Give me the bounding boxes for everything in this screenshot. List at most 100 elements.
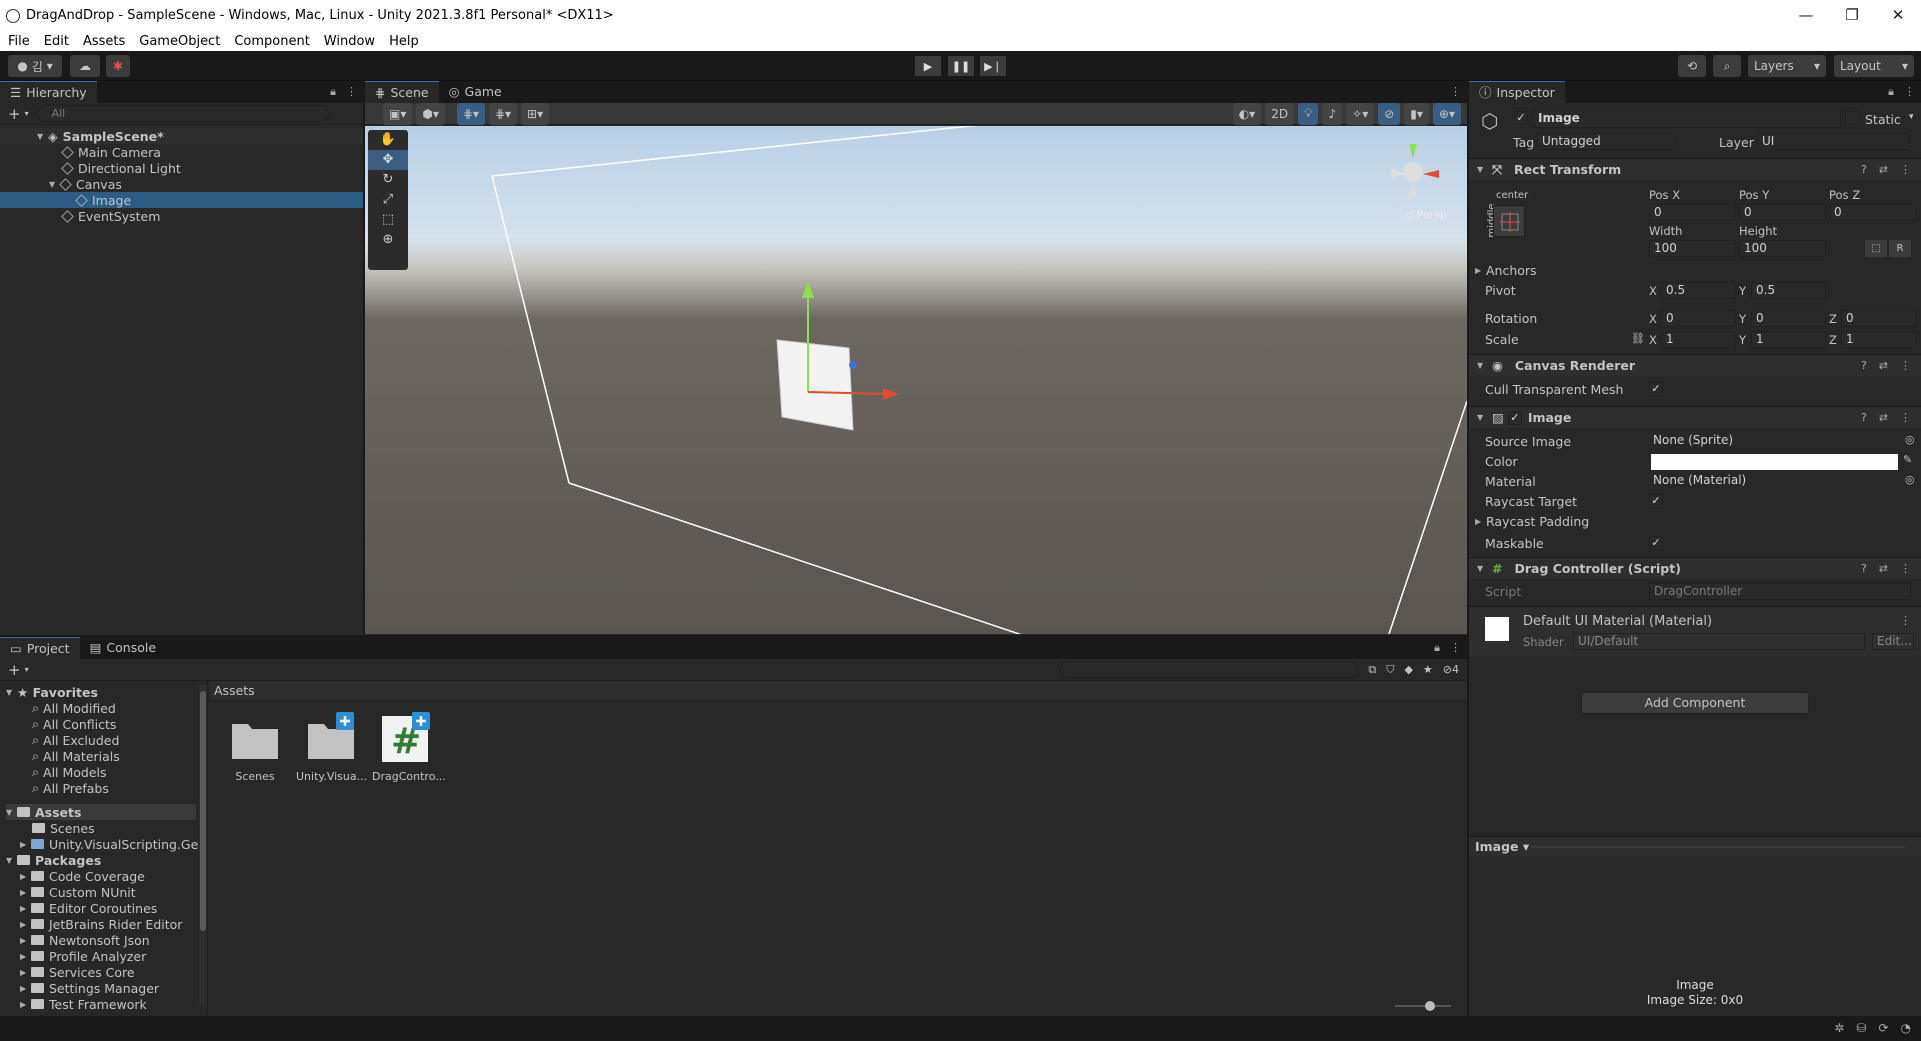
list-item[interactable]: EventSystem xyxy=(0,208,363,224)
mode-2d-button[interactable]: 2D xyxy=(1265,102,1295,125)
width-field[interactable]: 100 xyxy=(1649,240,1736,257)
grid-icon[interactable]: ⋕▾ xyxy=(456,102,485,125)
scale-tool-icon[interactable]: ⤢ xyxy=(368,190,408,210)
layout-dropdown[interactable]: Layout ▾ xyxy=(1834,55,1914,77)
help-icon[interactable]: ? xyxy=(1861,411,1867,424)
transform-tool-icon[interactable]: ⊕ xyxy=(368,230,408,250)
shading-icon[interactable]: ◐▾ xyxy=(1232,102,1262,125)
scene-row[interactable]: ▼ ◈ SampleScene* xyxy=(0,128,363,144)
lock-icon[interactable]: 🔒︎ xyxy=(1888,85,1894,99)
effects-icon[interactable]: ✧▾ xyxy=(1346,102,1375,125)
menu-gameobject[interactable]: GameObject xyxy=(139,34,220,49)
scale-z-field[interactable]: 1 xyxy=(1841,331,1916,348)
account-dropdown[interactable]: ● 김 ▾ xyxy=(8,55,62,77)
favorites-header[interactable]: ▼ ★ Favorites xyxy=(6,684,98,700)
blueprint-mode-icon[interactable]: ⬚ xyxy=(1865,240,1887,257)
preset-icon[interactable]: ⇄ xyxy=(1879,163,1888,176)
posz-field[interactable]: 0 xyxy=(1829,204,1916,221)
breadcrumb[interactable]: Assets xyxy=(210,681,1467,701)
posy-field[interactable]: 0 xyxy=(1739,204,1826,221)
cull-checkbox[interactable]: ✓ xyxy=(1649,382,1663,396)
static-dropdown[interactable]: ▾ xyxy=(1909,112,1914,122)
canvas-renderer-header[interactable]: ▼ ◉ Canvas Renderer? ⇄ ⋮ xyxy=(1469,354,1921,376)
rot-z-field[interactable]: 0 xyxy=(1841,310,1916,327)
rot-x-field[interactable]: 0 xyxy=(1661,310,1736,327)
list-item[interactable]: ⌕ All Excluded xyxy=(32,732,119,748)
list-item[interactable]: ▶ JetBrains Rider Editor xyxy=(20,916,182,932)
list-item[interactable]: Scenes xyxy=(32,820,95,836)
more-icon[interactable]: ⋮ xyxy=(1450,85,1461,98)
raycast-padding-row[interactable]: ▶ Raycast Padding xyxy=(1469,511,1921,531)
audio-icon[interactable]: ♪ xyxy=(1322,102,1343,125)
tab-project[interactable]: ▭ Project xyxy=(0,637,80,659)
more-icon[interactable]: ⋮ xyxy=(1900,411,1911,424)
star-icon[interactable]: ★ xyxy=(1423,663,1433,676)
material-swatch[interactable] xyxy=(1485,617,1509,641)
visibility-icon[interactable]: ⊘ xyxy=(1378,102,1401,125)
maskable-checkbox[interactable]: ✓ xyxy=(1649,536,1663,550)
assets-header[interactable]: ▼ Assets xyxy=(6,804,196,820)
cloud-icon[interactable]: ☁ xyxy=(70,55,100,77)
menu-edit[interactable]: Edit xyxy=(44,34,69,49)
tab-hierarchy[interactable]: ☰ Hierarchy xyxy=(0,81,97,103)
draw-mode-icon[interactable]: ▣▾ xyxy=(383,102,413,125)
camera-icon[interactable]: ▮▾ xyxy=(1404,102,1429,125)
raw-edit-button[interactable]: R xyxy=(1889,240,1911,257)
list-item-selected[interactable]: Image xyxy=(0,192,363,208)
source-image-field[interactable]: None (Sprite) xyxy=(1649,433,1911,450)
hierarchy-search-input[interactable]: All xyxy=(36,105,329,122)
list-item[interactable]: ▶ Custom NUnit xyxy=(20,884,136,900)
list-item[interactable]: ▶ Settings Manager xyxy=(20,980,159,996)
more-icon[interactable]: ⋮ xyxy=(1904,85,1915,99)
list-item[interactable]: ▶ Profile Analyzer xyxy=(20,948,146,964)
list-item[interactable]: ▶ Services Core xyxy=(20,964,135,980)
layer-dropdown[interactable]: UI xyxy=(1757,133,1909,150)
asset-tile-visualscripting[interactable]: Unity.Visua... xyxy=(296,712,367,783)
rect-transform-header[interactable]: ▼ ⤧ Rect Transform? ⇄ ⋮ xyxy=(1469,158,1921,180)
close-button[interactable]: ✕ xyxy=(1875,0,1921,31)
layers-dropdown[interactable]: Layers ▾ xyxy=(1748,55,1826,77)
add-icon[interactable]: + xyxy=(8,661,21,679)
rot-y-field[interactable]: 0 xyxy=(1751,310,1826,327)
auto-generate-icon[interactable]: ⟳ xyxy=(1878,1021,1888,1035)
posx-field[interactable]: 0 xyxy=(1649,204,1736,221)
object-picker-icon[interactable]: ◎ xyxy=(1905,473,1915,486)
list-item[interactable]: Main Camera xyxy=(0,144,363,160)
play-button[interactable]: ▶ xyxy=(915,56,941,76)
add-component-button[interactable]: Add Component xyxy=(1581,692,1809,714)
eyedropper-icon[interactable]: ✎ xyxy=(1903,453,1912,466)
progress-icon[interactable]: ◔ xyxy=(1901,1021,1911,1035)
list-item[interactable]: ▶ Code Coverage xyxy=(20,868,145,884)
more-icon[interactable]: ⋮ xyxy=(1900,614,1911,627)
preview-dropdown[interactable]: Image ▾ xyxy=(1475,839,1529,854)
snap-icon[interactable]: ⋕▾ xyxy=(488,102,518,125)
lock-icon[interactable]: 🔒︎ xyxy=(1434,641,1440,655)
filter-type-icon[interactable]: ⧉ xyxy=(1368,663,1376,677)
hidden-count-icon[interactable]: ⊘4 xyxy=(1443,663,1459,676)
menu-help[interactable]: Help xyxy=(389,34,419,49)
more-icon[interactable]: ⋮ xyxy=(1900,163,1911,176)
list-item[interactable]: ⌕ All Models xyxy=(32,764,107,780)
collab-icon[interactable]: ✱ xyxy=(106,55,130,77)
orientation-gizmo-icon[interactable] xyxy=(1383,140,1443,200)
menu-file[interactable]: File xyxy=(8,34,30,49)
tag-dropdown[interactable]: Untagged xyxy=(1537,133,1675,150)
help-icon[interactable]: ? xyxy=(1861,163,1867,176)
lock-icon[interactable]: 🔒︎ xyxy=(330,85,336,99)
image-enabled-checkbox[interactable]: ✓ xyxy=(1507,410,1522,425)
anchors-row[interactable]: ▶ Anchors xyxy=(1469,260,1921,280)
active-checkbox[interactable]: ✓ xyxy=(1514,111,1528,125)
image-component-header[interactable]: ▼ ▨ ✓ Image? ⇄ ⋮ xyxy=(1469,406,1921,428)
static-checkbox[interactable] xyxy=(1845,111,1859,125)
rotate-tool-icon[interactable]: ↻ xyxy=(368,170,408,190)
list-item[interactable]: Directional Light xyxy=(0,160,363,176)
more-icon[interactable]: ⋮ xyxy=(1450,641,1461,655)
help-icon[interactable]: ? xyxy=(1861,359,1867,372)
pause-button[interactable]: ❚❚ xyxy=(948,56,974,76)
tab-game[interactable]: ◎ Game xyxy=(439,81,512,103)
list-item[interactable]: ▶ Unity.VisualScripting.Gen xyxy=(20,836,206,852)
minimize-button[interactable]: — xyxy=(1783,0,1829,31)
render-icon[interactable]: ⬢▾ xyxy=(416,102,445,125)
drag-controller-header[interactable]: ▼ # Drag Controller (Script)? ⇄ ⋮ xyxy=(1469,557,1921,579)
help-icon[interactable]: ? xyxy=(1861,562,1867,575)
